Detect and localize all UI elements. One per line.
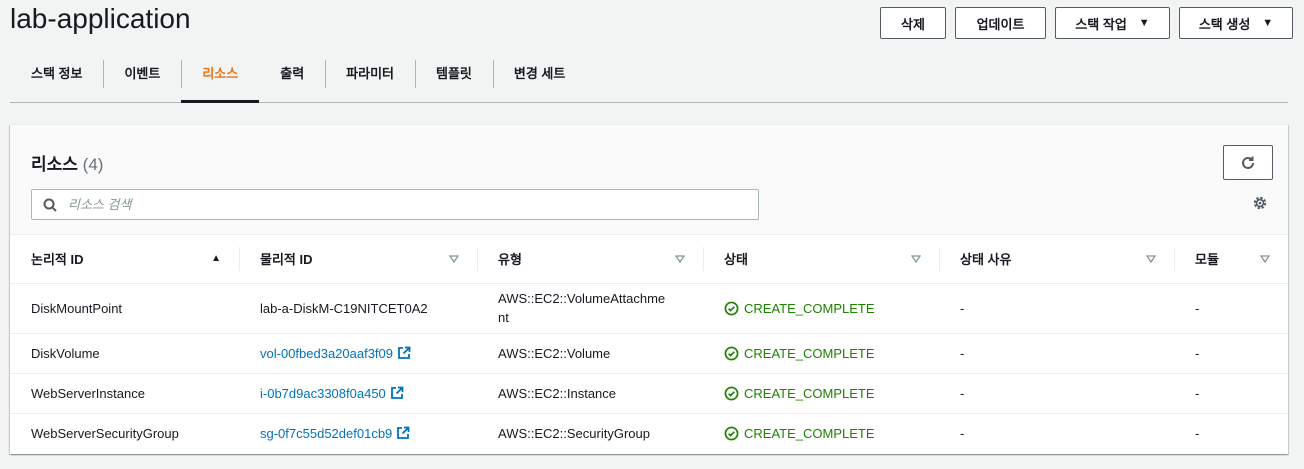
caret-down-icon: ▼ xyxy=(1262,17,1274,29)
physical-id-cell: vol-00fbed3a20aaf3f09 xyxy=(239,333,477,374)
tab-resources[interactable]: 리소스 xyxy=(181,56,260,103)
type-cell: AWS::EC2::SecurityGroup xyxy=(498,425,650,441)
search-input[interactable] xyxy=(68,197,748,212)
logical-id-cell: DiskMountPoint xyxy=(10,283,239,334)
update-button[interactable]: 업데이트 xyxy=(955,7,1046,39)
table-row: WebServerInstance i-0b7d9ac3308f0a450 AW… xyxy=(10,373,1288,414)
resources-table: 논리적 ID ▲ 물리적 ID 유형 상태 상태 사유 모듈 DiskMountP… xyxy=(10,235,1288,453)
table-row: DiskMountPoint lab-a-DiskM-C19NITCET0A2 … xyxy=(10,283,1288,334)
sort-ascending-icon: ▲ xyxy=(211,253,221,265)
status-reason-cell: - xyxy=(939,333,1174,374)
panel-title: 리소스 (4) xyxy=(31,155,104,174)
external-link-icon xyxy=(390,386,404,399)
tab-template[interactable]: 템플릿 xyxy=(415,56,493,102)
table-row: DiskVolume vol-00fbed3a20aaf3f09 AWS::EC… xyxy=(10,333,1288,374)
logical-id-cell: WebServerSecurityGroup xyxy=(31,425,179,441)
success-check-icon xyxy=(724,301,739,315)
column-header-physical-id[interactable]: 물리적 ID xyxy=(239,235,477,284)
external-link-icon xyxy=(397,426,410,439)
caret-down-icon: ▼ xyxy=(1138,17,1150,29)
physical-id-cell: lab-a-DiskM-C19NITCET0A2 xyxy=(239,283,477,334)
physical-id-link[interactable]: i-0b7d9ac3308f0a450 xyxy=(260,386,404,401)
create-stack-dropdown[interactable]: 스택 생성 ▼ xyxy=(1179,7,1293,39)
type-cell: AWS::EC2::Volume xyxy=(477,333,703,374)
type-cell: AWS::EC2::VolumeAttachme nt xyxy=(477,283,703,334)
stack-actions-dropdown[interactable]: 스택 작업 ▼ xyxy=(1055,7,1170,39)
physical-id-cell: sg-0f7c55d52def01cb9 xyxy=(239,413,477,453)
module-cell: - xyxy=(1174,333,1288,374)
search-field[interactable] xyxy=(31,189,759,220)
status-reason-cell: - xyxy=(939,373,1174,414)
module-cell: - xyxy=(1174,373,1288,414)
tab-stack-info[interactable]: 스택 정보 xyxy=(10,56,103,102)
page-title: lab-application xyxy=(10,3,191,34)
column-header-status-reason[interactable]: 상태 사유 xyxy=(939,235,1174,284)
success-check-icon xyxy=(724,386,739,400)
sort-icon xyxy=(1259,251,1271,266)
success-check-icon xyxy=(724,346,739,360)
resource-count: (4) xyxy=(82,155,104,174)
tab-bar: 스택 정보 이벤트 리소스 출력 파라미터 템플릿 변경 세트 xyxy=(10,56,1288,103)
delete-button[interactable]: 삭제 xyxy=(880,7,946,39)
tab-outputs[interactable]: 출력 xyxy=(259,56,325,102)
external-link-icon xyxy=(398,346,411,359)
status-cell: CREATE_COMPLETE xyxy=(703,283,939,334)
logical-id-cell: WebServerInstance xyxy=(10,373,239,414)
column-header-logical-id[interactable]: 논리적 ID ▲ xyxy=(10,235,239,284)
status-cell: CREATE_COMPLETE xyxy=(703,413,939,453)
sort-icon xyxy=(674,251,686,266)
status-cell: CREATE_COMPLETE xyxy=(703,373,939,414)
sort-icon xyxy=(448,251,460,266)
panel-header: 리소스 (4) xyxy=(10,125,1288,235)
sort-icon xyxy=(910,251,922,266)
type-cell: AWS::EC2::Instance xyxy=(477,373,703,414)
resources-panel: 리소스 (4) 논리적 ID▲ 물리적 ID 유형 상태 상태 사유 xyxy=(10,124,1288,454)
column-header-module[interactable]: 모듈 xyxy=(1174,235,1288,284)
logical-id-cell: DiskVolume xyxy=(10,333,239,374)
column-header-status[interactable]: 상태 xyxy=(703,235,939,284)
refresh-button[interactable] xyxy=(1223,145,1273,180)
stack-actions-bar: 삭제 업데이트 스택 작업 ▼ 스택 생성 ▼ xyxy=(880,7,1293,39)
sort-icon xyxy=(1145,251,1157,266)
module-cell: - xyxy=(1174,283,1288,334)
status-reason-cell: - xyxy=(939,283,1174,334)
status-cell: CREATE_COMPLETE xyxy=(703,333,939,374)
success-check-icon xyxy=(724,426,739,441)
column-header-type[interactable]: 유형 xyxy=(477,235,703,284)
search-icon xyxy=(32,198,68,212)
refresh-icon xyxy=(1242,156,1254,169)
physical-id-cell: i-0b7d9ac3308f0a450 xyxy=(239,373,477,414)
physical-id-link[interactable]: vol-00fbed3a20aaf3f09 xyxy=(260,346,411,361)
table-row: WebServerSecurityGroup sg-0f7c55d52def01… xyxy=(10,413,1288,453)
physical-id-link[interactable]: sg-0f7c55d52def01cb9 xyxy=(260,426,410,441)
tab-events[interactable]: 이벤트 xyxy=(103,56,181,102)
tab-change-sets[interactable]: 변경 세트 xyxy=(492,56,586,102)
tab-parameters[interactable]: 파라미터 xyxy=(325,56,415,102)
status-reason-cell: - xyxy=(960,425,965,441)
settings-gear-icon[interactable] xyxy=(1252,195,1268,216)
module-cell: - xyxy=(1195,425,1200,441)
